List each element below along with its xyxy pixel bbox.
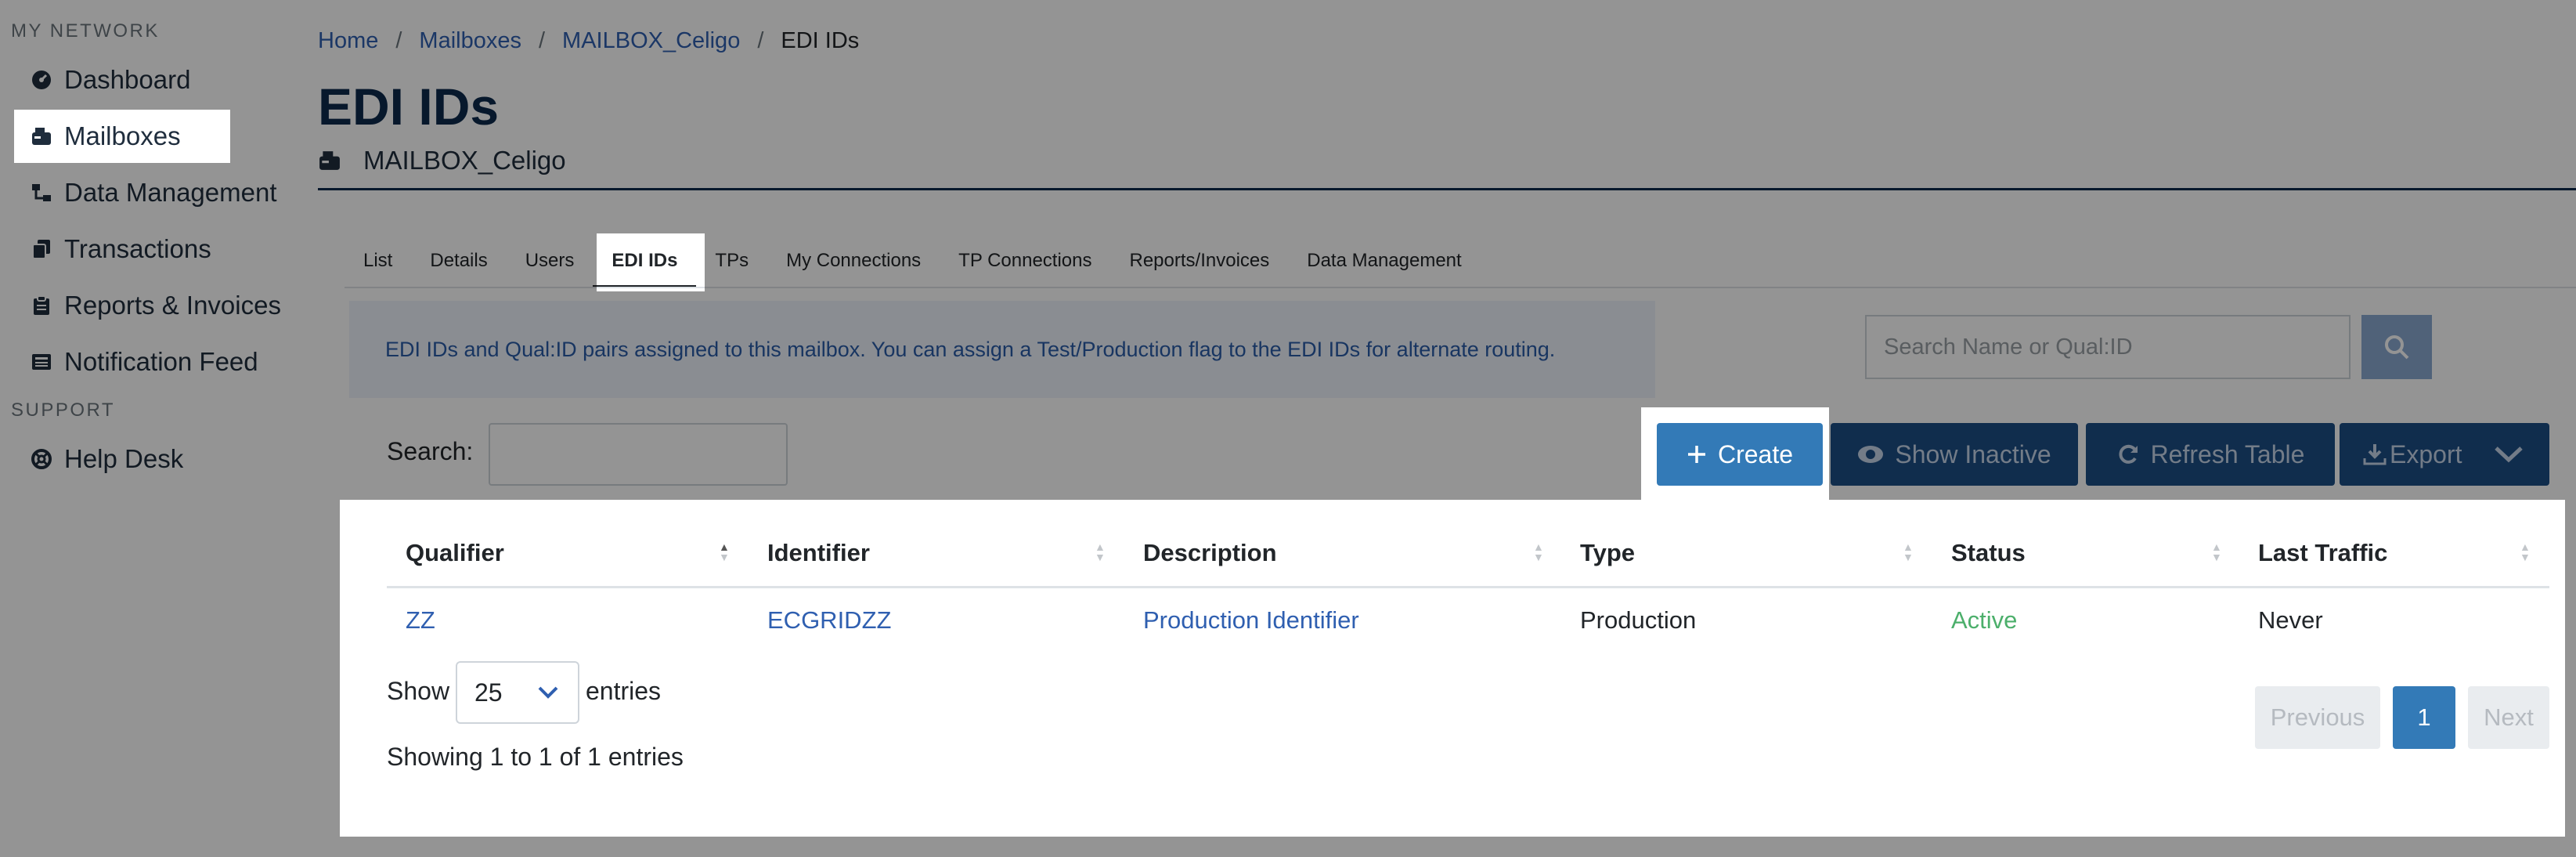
cell-identifier-link[interactable]: ECGRIDZZ (767, 606, 891, 635)
sidebar-item-mailboxes[interactable]: Mailboxes (14, 110, 198, 163)
cell-description-link[interactable]: Production Identifier (1143, 606, 1359, 635)
sidebar-heading-support: SUPPORT (11, 400, 116, 421)
breadcrumb: Home / Mailboxes / MAILBOX_Celigo / EDI … (318, 28, 859, 54)
page-subtitle: MAILBOX_Celigo (318, 146, 566, 175)
export-button[interactable]: Export (2340, 423, 2549, 486)
tab-edi-ids[interactable]: EDI IDs (593, 233, 697, 288)
sidebar: MY NETWORK Dashboard Mailboxes Data Mana… (0, 0, 299, 857)
page-length-select[interactable]: 25 (456, 661, 579, 724)
refresh-label: Refresh Table (2150, 439, 2305, 468)
download-icon (2363, 444, 2387, 465)
header-divider (318, 188, 2576, 190)
sitemap-icon (32, 184, 51, 201)
column-header-last-traffic[interactable]: Last Traffic (2258, 539, 2387, 567)
breadcrumb-home[interactable]: Home (318, 28, 378, 54)
show-inactive-button[interactable]: Show Inactive (1831, 423, 2078, 486)
breadcrumb-mailbox[interactable]: MAILBOX_Celigo (562, 28, 740, 54)
sidebar-heading-my-network: MY NETWORK (11, 20, 160, 42)
mailbox-icon (32, 128, 51, 145)
tab-data-management[interactable]: Data Management (1288, 233, 1480, 288)
table-panel (340, 500, 2565, 837)
search-button[interactable] (2361, 315, 2432, 379)
sort-icon[interactable]: ▲ ▼ (1095, 541, 1106, 562)
breadcrumb-mailboxes[interactable]: Mailboxes (419, 28, 521, 54)
cell-last-traffic: Never (2258, 606, 2323, 634)
chevron-down-icon (538, 686, 558, 699)
show-inactive-label: Show Inactive (1895, 439, 2051, 468)
eye-icon (1858, 446, 1884, 463)
table-header-divider (387, 586, 2549, 588)
length-show-label: Show (387, 677, 450, 705)
export-label: Export (2390, 439, 2462, 468)
refresh-table-button[interactable]: Refresh Table (2086, 423, 2335, 486)
cell-qualifier-link[interactable]: ZZ (406, 606, 435, 635)
mailbox-icon (319, 151, 340, 170)
sidebar-item-label: Transactions (64, 234, 211, 263)
info-alert: EDI IDs and Qual:ID pairs assigned to th… (349, 301, 1655, 398)
pagination-previous[interactable]: Previous (2255, 686, 2380, 749)
tab-tp-connections[interactable]: TP Connections (940, 233, 1110, 288)
create-label: Create (1717, 439, 1794, 468)
sidebar-item-help-desk[interactable]: Help Desk (14, 432, 200, 486)
table-search-label: Search: (387, 437, 474, 465)
cell-status: Active (1951, 606, 2018, 634)
plus-icon (1687, 446, 1705, 463)
tab-divider (345, 287, 2576, 288)
tab-list[interactable]: List (345, 233, 411, 288)
table-search-input[interactable] (489, 423, 788, 486)
column-header-status[interactable]: Status (1951, 539, 2026, 567)
mailbox-name: MAILBOX_Celigo (363, 146, 566, 175)
tab-reports-invoices[interactable]: Reports/Invoices (1111, 233, 1289, 288)
name-search-placeholder: Search Name or Qual:ID (1884, 334, 2133, 360)
column-header-description[interactable]: Description (1143, 539, 1277, 567)
column-header-qualifier[interactable]: Qualifier (406, 539, 504, 567)
table-info: Showing 1 to 1 of 1 entries (387, 743, 684, 771)
breadcrumb-separator: / (757, 28, 764, 53)
cell-type: Production (1580, 606, 1697, 634)
tab-bar: List Details Users EDI IDs TPs My Connec… (345, 233, 1481, 288)
tab-details[interactable]: Details (411, 233, 506, 288)
sort-icon[interactable]: ▲ ▼ (2520, 541, 2531, 562)
breadcrumb-separator: / (395, 28, 402, 53)
gauge-icon (32, 71, 51, 89)
sidebar-item-transactions[interactable]: Transactions (14, 222, 229, 276)
length-entries-label: entries (586, 677, 662, 705)
tab-tps[interactable]: TPs (696, 233, 767, 288)
sort-icon[interactable]: ▲ ▼ (1533, 541, 1544, 562)
sidebar-item-label: Notification Feed (64, 347, 258, 376)
sidebar-item-label: Reports & Invoices (64, 291, 281, 320)
clipboard-icon (34, 295, 49, 315)
breadcrumb-current: EDI IDs (781, 28, 860, 53)
sidebar-item-reports-invoices[interactable]: Reports & Invoices (14, 279, 298, 332)
sidebar-item-data-management[interactable]: Data Management (14, 166, 294, 219)
search-icon (2385, 335, 2409, 360)
tab-my-connections[interactable]: My Connections (767, 233, 940, 288)
newspaper-icon (32, 354, 51, 370)
tab-users[interactable]: Users (507, 233, 593, 288)
sort-asc-icon[interactable]: ▲ ▼ (719, 541, 730, 562)
page-length-value: 25 (474, 678, 503, 707)
sidebar-item-label: Data Management (64, 178, 277, 207)
info-text: EDI IDs and Qual:ID pairs assigned to th… (385, 337, 1556, 361)
breadcrumb-separator: / (538, 28, 546, 53)
refresh-icon (2118, 444, 2138, 464)
sidebar-item-label: Mailboxes (64, 121, 181, 150)
sort-icon[interactable]: ▲ ▼ (2211, 541, 2222, 562)
pagination-page-1[interactable]: 1 (2393, 686, 2455, 749)
sidebar-item-label: Help Desk (64, 444, 184, 473)
sidebar-item-dashboard[interactable]: Dashboard (14, 53, 207, 107)
sidebar-item-notification-feed[interactable]: Notification Feed (14, 335, 276, 389)
create-button[interactable]: Create (1657, 423, 1823, 486)
column-header-type[interactable]: Type (1580, 539, 1635, 567)
page-title: EDI IDs (318, 78, 500, 136)
sort-icon[interactable]: ▲ ▼ (1903, 541, 1914, 562)
lifering-icon (31, 449, 52, 469)
overlay-mask (230, 110, 2576, 163)
sidebar-item-label: Dashboard (64, 65, 191, 94)
chevron-down-icon[interactable] (2493, 445, 2524, 464)
pagination-next[interactable]: Next (2468, 686, 2549, 749)
name-search-input[interactable]: Search Name or Qual:ID (1865, 315, 2351, 379)
copy-icon (32, 240, 50, 259)
column-header-identifier[interactable]: Identifier (767, 539, 870, 567)
